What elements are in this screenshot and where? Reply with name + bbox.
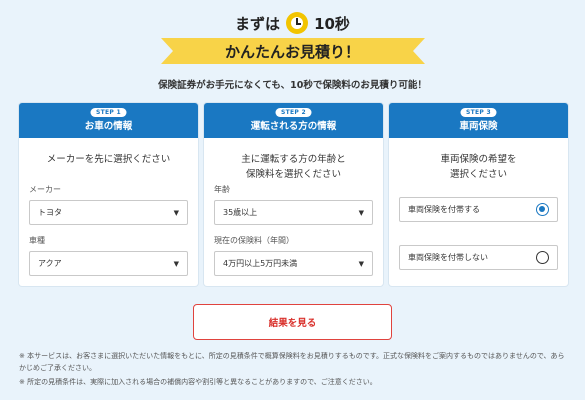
step-2-title: 運転される方の情報	[250, 121, 337, 132]
see-result-button[interactable]: 結果を見る	[193, 304, 392, 340]
age-select[interactable]: 35歳以上 ▼	[214, 200, 373, 225]
model-select-value: アクア	[38, 259, 62, 268]
stopwatch-icon	[286, 12, 309, 34]
step-1-description: メーカーを先に選択ください	[46, 154, 171, 165]
triangle-down-icon: ▼	[358, 259, 364, 268]
maker-label: メーカー	[29, 185, 61, 194]
triangle-down-icon: ▼	[173, 259, 179, 268]
model-select[interactable]: アクア ▼	[29, 251, 188, 276]
vehicle-insurance-option-attach[interactable]: 車両保険を付帯する	[399, 197, 558, 222]
step-3-badge: STEP 3	[460, 108, 497, 117]
step-2-card: STEP 2 運転される方の情報 主に運転する方の年齢と 保険料を選択ください …	[204, 103, 383, 286]
radio-selected[interactable]	[536, 203, 549, 216]
step-1-badge: STEP 1	[90, 108, 127, 117]
step-2-header: STEP 2 運転される方の情報	[204, 103, 383, 138]
step-3-header: STEP 3 車両保険	[389, 103, 568, 138]
option-attach-label: 車両保険を付帯する	[408, 205, 480, 214]
maker-select-value: トヨタ	[38, 208, 62, 217]
premium-select[interactable]: 4万円以上5万円未満 ▼	[214, 251, 373, 276]
vehicle-insurance-option-none[interactable]: 車両保険を付帯しない	[399, 245, 558, 270]
radio-unselected[interactable]	[536, 251, 549, 264]
premium-select-value: 4万円以上5万円未満	[223, 259, 298, 268]
step-1-card: STEP 1 お車の情報 メーカーを先に選択ください メーカー トヨタ ▼ 車種…	[19, 103, 198, 286]
step-3-title: 車両保険	[459, 121, 498, 132]
triangle-down-icon: ▼	[358, 208, 364, 217]
triangle-down-icon: ▼	[173, 208, 179, 217]
headline-ribbon: かんたんお見積り！	[160, 38, 425, 64]
step-1-title: お車の情報	[84, 121, 133, 132]
note-disclaimer: ※ 本サービスは、お客さまに選択いただいた情報をもとに、所定の見積条件で概算保険…	[19, 352, 565, 372]
step-3-description: 車両保険の希望を 選択ください	[440, 154, 517, 180]
step-2-description: 主に運転する方の年齢と 保険料を選択ください	[241, 154, 346, 180]
step-2-badge: STEP 2	[275, 108, 312, 117]
age-label: 年齢	[214, 185, 230, 194]
headline-prefix: まずは	[235, 14, 281, 33]
age-select-value: 35歳以上	[223, 208, 258, 217]
model-label: 車種	[29, 236, 45, 245]
premium-label: 現在の保険料（年間）	[214, 236, 294, 245]
option-none-label: 車両保険を付帯しない	[408, 253, 488, 262]
note-conditions: ※ 所定の見積条件は、実際に加入される場合の補償内容や割引等と異なることがありま…	[19, 378, 377, 386]
headline-seconds: 10秒	[314, 14, 350, 33]
maker-select[interactable]: トヨタ ▼	[29, 200, 188, 225]
headline: まずは 10秒	[0, 12, 585, 34]
step-3-card: STEP 3 車両保険 車両保険の希望を 選択ください 車両保険を付帯する 車両…	[389, 103, 568, 286]
subtitle: 保険証券がお手元になくても、10秒で保険料のお見積り可能！	[158, 80, 427, 91]
step-1-header: STEP 1 お車の情報	[19, 103, 198, 138]
